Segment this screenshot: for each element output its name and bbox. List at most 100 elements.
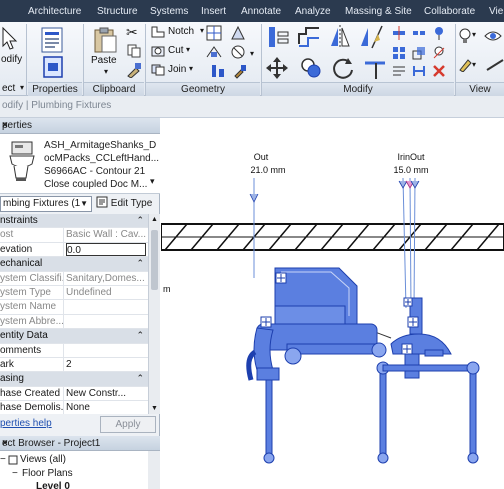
tree-node-level[interactable]: Level 0: [36, 481, 70, 489]
property-section-header[interactable]: entity Data ⌃: [0, 329, 148, 344]
tree-node-floor-plans[interactable]: Floor Plans: [22, 468, 73, 479]
align-tool-icon[interactable]: [266, 24, 292, 50]
delete-icon[interactable]: [432, 64, 446, 78]
collapse-chevron-icon[interactable]: ⌃: [136, 215, 144, 226]
chevron-down-icon[interactable]: ▾: [250, 49, 254, 58]
paint-icon[interactable]: [232, 63, 248, 79]
property-value[interactable]: New Constr...: [66, 387, 146, 401]
hide-element-icon[interactable]: [484, 28, 502, 44]
paste-button[interactable]: Paste: [91, 55, 117, 66]
join-icon[interactable]: [151, 64, 165, 76]
align-lines-icon[interactable]: [392, 64, 406, 78]
browser-scrollbar[interactable]: [148, 451, 160, 489]
tab-systems[interactable]: Systems: [150, 3, 188, 21]
property-section-header[interactable]: echanical ⌃: [0, 257, 148, 272]
scroll-up-icon[interactable]: ▲: [151, 216, 158, 223]
chevron-down-icon[interactable]: ▾: [472, 60, 476, 69]
override-graphics-icon[interactable]: [458, 56, 472, 72]
pin-icon[interactable]: [432, 26, 446, 40]
close-icon[interactable]: ×: [2, 438, 156, 449]
demolish-icon[interactable]: [230, 44, 246, 60]
modify-cursor-icon[interactable]: [0, 26, 22, 52]
property-section-header[interactable]: nstraints ⌃: [0, 214, 148, 229]
tree-collapse-icon[interactable]: −: [0, 454, 6, 465]
select-dropdown[interactable]: ect: [2, 83, 15, 94]
tab-massing-site[interactable]: Massing & Site: [345, 3, 412, 21]
offset-icon[interactable]: [296, 24, 322, 50]
type-properties-icon[interactable]: [42, 55, 64, 79]
move-icon[interactable]: [264, 55, 290, 81]
collapse-chevron-icon[interactable]: ⌃: [136, 258, 144, 269]
split-gap-icon[interactable]: [412, 26, 426, 40]
property-row[interactable]: ost Basic Wall : Cav...: [0, 228, 148, 243]
cut-button[interactable]: Cut: [168, 45, 184, 56]
rotate-icon[interactable]: [330, 55, 356, 81]
mirror-draw-axis-icon[interactable]: [358, 24, 384, 50]
match-properties-icon[interactable]: [126, 62, 142, 78]
tab-insert[interactable]: Insert: [201, 3, 226, 21]
property-row[interactable]: hase Demolis... None: [0, 401, 148, 414]
property-value[interactable]: [66, 344, 146, 358]
tree-collapse-icon[interactable]: −: [12, 468, 18, 479]
property-value-field[interactable]: 0.0: [66, 242, 146, 256]
type-selector[interactable]: ASH_ArmitageShanks_D ocMPacks_CCLeftHand…: [0, 134, 160, 194]
connector-arrow-icon[interactable]: [249, 193, 259, 203]
property-row[interactable]: ystem Abbre...: [0, 314, 148, 330]
mirror-pick-axis-icon[interactable]: [328, 24, 352, 50]
collapse-chevron-icon[interactable]: ⌃: [136, 373, 144, 384]
property-section-header[interactable]: asing ⌃: [0, 372, 148, 387]
properties-help-link[interactable]: perties help: [0, 418, 52, 429]
copy-element-icon[interactable]: [298, 55, 324, 81]
properties-icon[interactable]: [38, 26, 66, 54]
property-row[interactable]: ystem Type Undefined: [0, 286, 148, 301]
collapse-chevron-icon[interactable]: ⌃: [136, 330, 144, 341]
lightbulb-icon[interactable]: [458, 28, 472, 44]
plumbing-section-view[interactable]: Out 21.0 mm IrinOut 15.0 mm m: [161, 118, 504, 489]
join-roof-icon[interactable]: [206, 45, 222, 59]
split-element-icon[interactable]: [392, 26, 406, 40]
chevron-down-icon[interactable]: ▾: [189, 64, 193, 73]
chevron-down-icon[interactable]: ▾: [150, 176, 155, 187]
property-row[interactable]: omments: [0, 343, 148, 358]
scale-icon[interactable]: [412, 46, 426, 60]
property-row[interactable]: evation 0.0: [0, 242, 148, 258]
copy-icon[interactable]: [127, 44, 141, 58]
tab-analyze[interactable]: Analyze: [295, 3, 331, 21]
split-face-icon[interactable]: [230, 25, 246, 41]
property-row[interactable]: ystem Classifi... Sanitary,Domes...: [0, 271, 148, 286]
scroll-down-icon[interactable]: ▼: [151, 405, 158, 412]
align-icon[interactable]: [210, 63, 226, 79]
join-button[interactable]: Join: [168, 64, 186, 75]
trim-extend-icon[interactable]: [362, 55, 388, 81]
edit-type-button[interactable]: Edit Type: [96, 196, 152, 209]
paste-icon[interactable]: [92, 26, 118, 54]
unpin-icon[interactable]: [432, 46, 446, 60]
tab-annotate[interactable]: Annotate: [241, 3, 281, 21]
property-value[interactable]: 2: [66, 358, 146, 372]
instance-filter-dropdown[interactable]: mbing Fixtures (1 ▼: [0, 196, 92, 212]
property-row[interactable]: ystem Name: [0, 300, 148, 315]
tab-view[interactable]: Vie: [489, 3, 503, 21]
linework-icon[interactable]: [486, 58, 504, 72]
properties-scrollbar[interactable]: ▲ ▼: [148, 214, 160, 414]
tab-structure[interactable]: Structure: [97, 3, 138, 21]
tab-architecture[interactable]: Architecture: [28, 3, 81, 21]
property-row[interactable]: hase Created New Constr...: [0, 386, 148, 402]
tab-collaborate[interactable]: Collaborate: [424, 3, 475, 21]
chevron-down-icon[interactable]: ▾: [104, 67, 108, 76]
drawing-canvas[interactable]: Out 21.0 mm IrinOut 15.0 mm m: [161, 118, 504, 489]
tree-node-views[interactable]: Views (all): [20, 454, 66, 465]
pipe-network[interactable]: [246, 349, 480, 464]
chevron-down-icon[interactable]: ▾: [186, 45, 190, 54]
chevron-down-icon[interactable]: ▾: [20, 83, 24, 92]
close-icon[interactable]: ×: [2, 120, 156, 131]
split-lines-icon[interactable]: [412, 64, 426, 78]
cut-geometry-icon[interactable]: [151, 45, 165, 57]
modify-button[interactable]: odify: [1, 54, 22, 65]
array-icon[interactable]: [392, 46, 406, 60]
apply-button[interactable]: Apply: [100, 416, 156, 433]
notch-button[interactable]: Notch: [168, 26, 194, 37]
cut-scissors-icon[interactable]: ✂: [126, 24, 138, 41]
connector-arrow-icon[interactable]: [398, 180, 408, 189]
wall-joins-icon[interactable]: [206, 25, 222, 41]
